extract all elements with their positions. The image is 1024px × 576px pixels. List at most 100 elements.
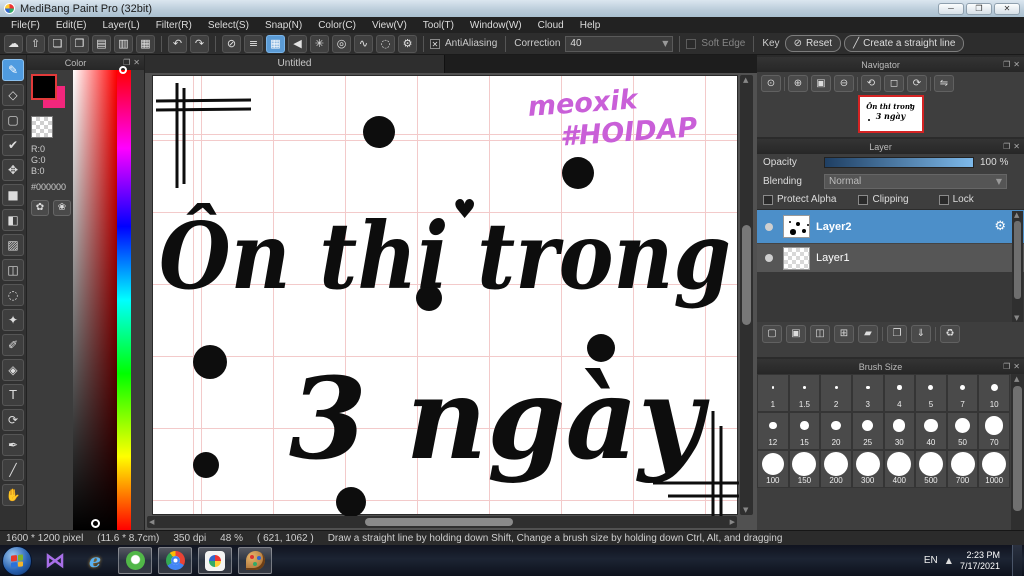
snap-radial-button[interactable]: ✳ xyxy=(310,34,329,53)
visibility-icon[interactable] xyxy=(765,222,773,231)
opacity-slider[interactable] xyxy=(824,157,974,168)
folder-button[interactable]: ▰ xyxy=(858,325,878,343)
add-layer-menu-button[interactable]: ⊞ xyxy=(834,325,854,343)
menu-color[interactable]: Color(C) xyxy=(311,19,363,32)
document-button[interactable]: ▤ xyxy=(92,34,111,53)
brush-size-cell[interactable]: 40 xyxy=(915,412,947,450)
redo-button[interactable]: ↷ xyxy=(190,34,209,53)
menu-file[interactable]: File(F) xyxy=(4,19,47,32)
menu-filter[interactable]: Filter(R) xyxy=(149,19,199,32)
snap-pen-tool[interactable]: ✔ xyxy=(2,134,24,156)
palette-edit-button[interactable]: ❀ xyxy=(53,200,71,216)
foreground-color-swatch[interactable] xyxy=(31,74,57,100)
layer-settings-icon[interactable]: ⚙ xyxy=(994,219,1006,234)
language-indicator[interactable]: EN xyxy=(924,555,938,566)
layer-list-scrollbar[interactable]: ▲ ▼ xyxy=(1012,211,1023,322)
brush-size-cell[interactable]: 2 xyxy=(820,374,852,412)
cloud-button[interactable]: ☁ xyxy=(4,34,23,53)
blending-dropdown[interactable]: Normal ▼ xyxy=(824,174,1007,189)
drawing-canvas[interactable]: Ôn thi trong ♥ 3 ngày meoxik #HOIDAP xyxy=(152,75,739,516)
comment-button[interactable]: ❏ xyxy=(48,34,67,53)
taskbar-internet-explorer-button[interactable]: e xyxy=(78,547,112,574)
restore-button[interactable]: ❐ xyxy=(966,2,992,15)
delete-layer-button[interactable]: ♻ xyxy=(940,325,960,343)
popout-icon[interactable]: ❐ xyxy=(1003,142,1010,151)
lock-checkbox[interactable] xyxy=(938,194,949,205)
vertical-scroll-thumb[interactable] xyxy=(742,225,751,325)
zoom-out-button[interactable]: ⊖ xyxy=(834,75,854,92)
zoom-in-button[interactable]: ⊕ xyxy=(788,75,808,92)
menu-view[interactable]: View(V) xyxy=(365,19,414,32)
menu-select[interactable]: Select(S) xyxy=(201,19,256,32)
brush-size-cell[interactable]: 300 xyxy=(851,450,884,488)
taskbar-medibang-button[interactable] xyxy=(198,547,232,574)
snap-curve-button[interactable]: ∿ xyxy=(354,34,373,53)
material-panel-button[interactable]: ▥ xyxy=(114,34,133,53)
text-tool[interactable]: T xyxy=(2,384,24,406)
menu-edit[interactable]: Edit(E) xyxy=(49,19,94,32)
add-layer-button[interactable]: ▢ xyxy=(762,325,782,343)
palette-button[interactable]: ✿ xyxy=(31,200,49,216)
brush-size-cell[interactable]: 7 xyxy=(946,374,979,412)
close-icon[interactable]: ✕ xyxy=(1013,60,1020,69)
brush-size-cell[interactable]: 400 xyxy=(883,450,916,488)
operation-tool[interactable]: ⟳ xyxy=(2,409,24,431)
select-eraser-tool[interactable]: ◈ xyxy=(2,359,24,381)
brush-size-cell[interactable]: 5 xyxy=(915,374,947,412)
select-tool[interactable]: ◫ xyxy=(2,259,24,281)
soft-edge-checkbox[interactable] xyxy=(686,38,697,49)
taskbar-coccoc-button[interactable] xyxy=(118,547,152,574)
menu-layer[interactable]: Layer(L) xyxy=(95,19,146,32)
correction-dropdown[interactable]: 40 ▼ xyxy=(565,35,674,52)
layer-row-layer2[interactable]: Layer2 ⚙ xyxy=(757,210,1024,243)
lasso-select-tool[interactable]: ◌ xyxy=(2,284,24,306)
minimize-button[interactable]: ─ xyxy=(938,2,964,15)
reset-button[interactable]: ⊘ Reset xyxy=(784,35,842,52)
brush-size-cell[interactable]: 70 xyxy=(978,412,1010,450)
show-desktop-button[interactable] xyxy=(1012,545,1022,576)
visibility-icon[interactable] xyxy=(765,254,773,262)
fill-tool[interactable]: ■ xyxy=(2,184,24,206)
brush-tool[interactable]: ✎ xyxy=(2,59,24,81)
brush-size-cell[interactable]: 1 xyxy=(757,374,789,412)
brush-size-cell[interactable]: 200 xyxy=(820,450,852,488)
frame-tool[interactable]: ▢ xyxy=(2,109,24,131)
layer-row-layer1[interactable]: Layer1 xyxy=(757,243,1024,272)
bucket-tool[interactable]: ◧ xyxy=(2,209,24,231)
add-8bit-layer-button[interactable]: ▣ xyxy=(786,325,806,343)
snap-ellipse-button[interactable]: ◌ xyxy=(376,34,395,53)
brush-size-cell[interactable]: 50 xyxy=(946,412,979,450)
gradient-tool[interactable]: ▨ xyxy=(2,234,24,256)
layer-scroll-thumb[interactable] xyxy=(1014,221,1021,299)
taskbar-kmplayer-button[interactable]: ⋈ xyxy=(38,547,72,574)
menu-snap[interactable]: Snap(N) xyxy=(258,19,309,32)
divide-tool[interactable]: ✒ xyxy=(2,434,24,456)
create-straight-line-button[interactable]: ╱ Create a straight line xyxy=(844,35,965,52)
close-icon[interactable]: ✕ xyxy=(1013,142,1020,151)
scroll-up-icon[interactable]: ▲ xyxy=(1014,375,1019,383)
hand-tool[interactable]: ✋ xyxy=(2,484,24,506)
rotate-ccw-button[interactable]: ⟲ xyxy=(861,75,881,92)
eyedropper-tool[interactable]: ╱ xyxy=(2,459,24,481)
scroll-up-icon[interactable]: ▲ xyxy=(743,76,748,84)
snap-settings-button[interactable]: ⚙ xyxy=(398,34,417,53)
brush-size-cell[interactable]: 25 xyxy=(851,412,884,450)
brush-scrollbar[interactable]: ▲ xyxy=(1011,374,1024,530)
transparent-swatch[interactable] xyxy=(31,116,53,138)
brush-scroll-thumb[interactable] xyxy=(1013,386,1022,511)
snap-off-button[interactable]: ⊘ xyxy=(222,34,241,53)
brush-size-cell[interactable]: 12 xyxy=(757,412,789,450)
vertical-scrollbar[interactable]: ▲ ▼ xyxy=(740,75,753,515)
eraser-tool[interactable]: ◇ xyxy=(2,84,24,106)
brush-size-cell[interactable]: 150 xyxy=(788,450,821,488)
window-layout-button[interactable]: ▦ xyxy=(136,34,155,53)
magic-wand-tool[interactable]: ✦ xyxy=(2,309,24,331)
menu-help[interactable]: Help xyxy=(573,19,608,32)
brush-size-cell[interactable]: 700 xyxy=(946,450,979,488)
start-button[interactable] xyxy=(2,545,32,576)
brush-size-cell[interactable]: 4 xyxy=(883,374,916,412)
hue-cursor[interactable] xyxy=(119,66,127,74)
horizontal-scrollbar[interactable]: ◀ ▶ xyxy=(147,516,737,528)
fit-window-button[interactable]: ▣ xyxy=(811,75,831,92)
canvas-tab[interactable]: Untitled xyxy=(145,55,445,73)
